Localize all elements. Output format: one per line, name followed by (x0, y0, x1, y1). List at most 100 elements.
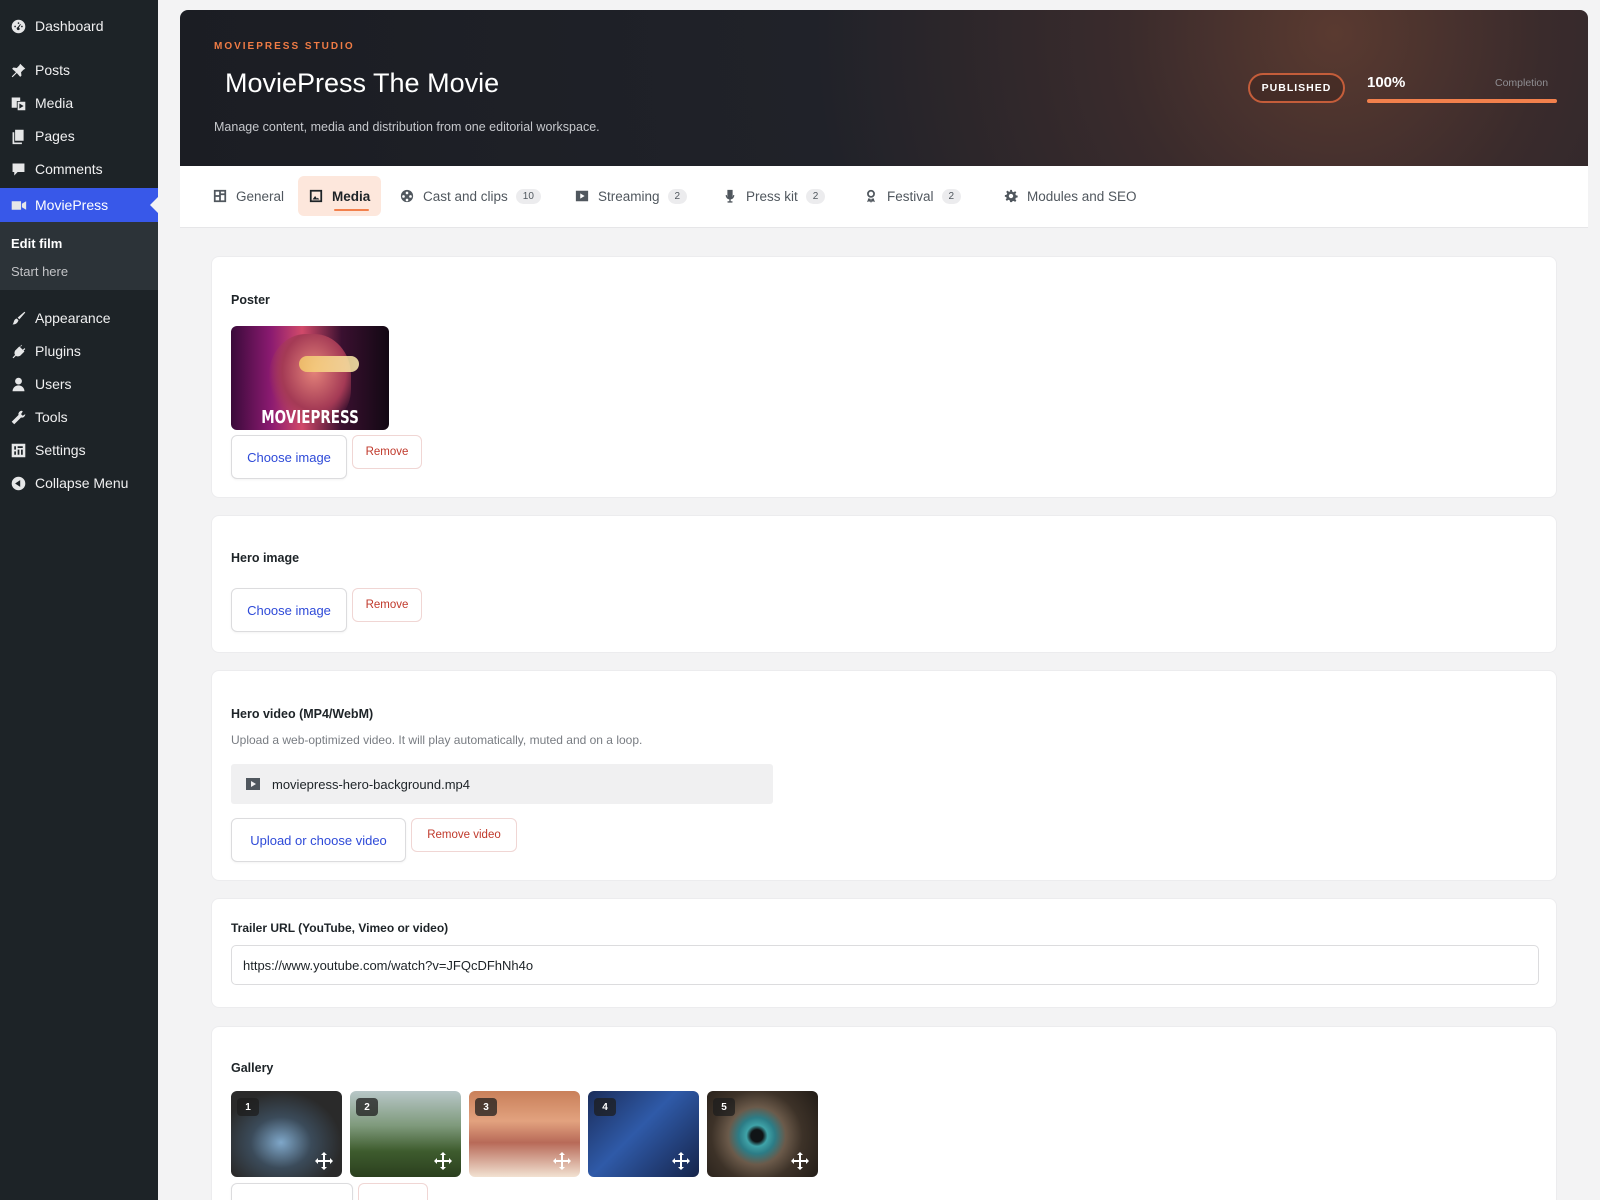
gear-icon (1004, 189, 1018, 203)
sidebar-item-appearance[interactable]: Appearance (0, 301, 158, 335)
award-icon (867, 189, 875, 203)
submenu-item-edit-film[interactable]: Edit film (11, 236, 62, 251)
drag-handle-icon[interactable] (790, 1151, 810, 1171)
sidebar-item-plugins[interactable]: Plugins (0, 334, 158, 368)
gallery-item[interactable]: 1 (231, 1091, 342, 1177)
remove-video-button[interactable]: Remove video (411, 818, 517, 852)
trailer-url-input[interactable] (231, 945, 1539, 985)
pin-icon (8, 60, 28, 80)
page-title: MoviePress The Movie (225, 68, 500, 98)
drag-handle-icon[interactable] (314, 1151, 334, 1171)
tab-festival[interactable]: Festival 2 (853, 176, 972, 216)
sidebar-item-label: Comments (35, 161, 103, 177)
sidebar-item-label: Appearance (35, 310, 111, 326)
sidebar-item-settings[interactable]: Settings (0, 433, 158, 467)
gallery-item-number: 5 (713, 1098, 735, 1116)
tab-count-badge: 2 (805, 188, 826, 204)
sidebar-item-label: Dashboard (35, 18, 104, 34)
film-header: MOVIEPRESS STUDIO MoviePress The Movie M… (180, 10, 1588, 166)
hero-image-card: Hero image Choose image Remove (211, 515, 1557, 653)
sidebar-item-tools[interactable]: Tools (0, 400, 158, 434)
tab-media[interactable]: Media (298, 176, 382, 216)
hero-video-label: Hero video (MP4/WebM) (231, 707, 374, 721)
video-camera-icon (8, 195, 28, 215)
video-file-icon (246, 778, 260, 790)
gallery-item[interactable]: 3 (469, 1091, 580, 1177)
trailer-url-label: Trailer URL (YouTube, Vimeo or video) (231, 921, 449, 935)
poster-sunglasses (299, 356, 359, 372)
completion-progress-fill (1367, 99, 1557, 103)
brush-icon (8, 308, 28, 328)
sidebar-item-label: MoviePress (35, 197, 109, 213)
poster-remove-button[interactable]: Remove (352, 435, 422, 469)
sidebar-item-users[interactable]: Users (0, 367, 158, 401)
tab-streaming[interactable]: Streaming 2 (564, 176, 698, 216)
gallery-add-images-button[interactable] (231, 1183, 353, 1200)
gallery-item[interactable]: 5 (707, 1091, 818, 1177)
sidebar-item-collapse-menu[interactable]: Collapse Menu (0, 466, 158, 500)
drag-handle-icon[interactable] (552, 1151, 572, 1171)
hero-image-label: Hero image (231, 551, 300, 565)
tab-modules-and-seo[interactable]: Modules and SEO (993, 176, 1148, 216)
gallery-item-number: 4 (594, 1098, 616, 1116)
play-icon (575, 190, 589, 202)
drag-handle-icon[interactable] (671, 1151, 691, 1171)
studio-label: MOVIEPRESS STUDIO (214, 41, 355, 52)
trailer-card: Trailer URL (YouTube, Vimeo or video) (211, 898, 1557, 1008)
gallery-card: Gallery 1 2 3 4 5 (211, 1026, 1557, 1200)
sidebar-item-posts[interactable]: Posts (0, 53, 158, 87)
poster-label: Poster (231, 293, 270, 307)
completion-progress-bar (1367, 99, 1557, 103)
page-subtitle: Manage content, media and distribution f… (214, 120, 600, 134)
hero-video-card: Hero video (MP4/WebM) Upload a web-optim… (211, 670, 1557, 881)
tab-count-badge: 2 (667, 188, 688, 204)
gallery-remove-button[interactable] (358, 1183, 428, 1200)
poster-image[interactable]: MOVIEPRESS (231, 326, 389, 430)
film-reel-icon (400, 189, 414, 203)
dashboard-icon (8, 16, 28, 36)
gallery-item-number: 2 (356, 1098, 378, 1116)
sidebar-item-moviepress[interactable]: MoviePress (0, 188, 158, 222)
tab-label: Media (332, 188, 371, 204)
tab-general[interactable]: General (202, 176, 295, 216)
gallery-item-number: 1 (237, 1098, 259, 1116)
sidebar-item-media[interactable]: Media (0, 86, 158, 120)
tab-press-kit[interactable]: Press kit 2 (712, 176, 836, 216)
sidebar-item-comments[interactable]: Comments (0, 152, 158, 186)
hero-image-remove-button[interactable]: Remove (352, 588, 422, 622)
moviepress-submenu: Edit film Start here (0, 222, 158, 290)
sidebar-item-dashboard[interactable]: Dashboard (0, 9, 158, 43)
sidebar-item-label: Plugins (35, 343, 81, 359)
submenu-item-start-here[interactable]: Start here (11, 264, 68, 279)
plugin-icon (8, 341, 28, 361)
sidebar-item-label: Media (35, 95, 74, 111)
hero-image-choose-image-button[interactable]: Choose image (231, 588, 347, 632)
tab-label: General (236, 188, 285, 204)
user-icon (8, 374, 28, 394)
drag-handle-icon[interactable] (433, 1151, 453, 1171)
completion-label: Completion (1495, 77, 1549, 89)
poster-choose-image-button[interactable]: Choose image (231, 435, 347, 479)
settings-icon (8, 440, 28, 460)
tab-label: Streaming (598, 188, 660, 204)
media-icon (8, 93, 28, 113)
tab-cast-and-clips[interactable]: Cast and clips 10 (389, 176, 552, 216)
tab-count-badge: 10 (515, 188, 541, 204)
sidebar-item-pages[interactable]: Pages (0, 119, 158, 153)
layout-icon (213, 189, 227, 203)
tab-count-badge: 2 (941, 188, 962, 204)
sidebar-item-label: Pages (35, 128, 75, 144)
tab-label: Festival (887, 188, 934, 204)
tab-label: Modules and SEO (1027, 188, 1137, 204)
hero-video-file-name: moviepress-hero-background.mp4 (272, 776, 470, 792)
sidebar-item-label: Users (35, 376, 72, 392)
gallery-item[interactable]: 4 (588, 1091, 699, 1177)
poster-card: Poster MOVIEPRESS Choose image Remove (211, 256, 1557, 498)
status-badge: PUBLISHED (1248, 73, 1345, 103)
tab-label: Press kit (746, 188, 798, 204)
upload-video-button[interactable]: Upload or choose video (231, 818, 406, 862)
gallery-item[interactable]: 2 (350, 1091, 461, 1177)
gallery-item-number: 3 (475, 1098, 497, 1116)
image-icon (309, 189, 323, 203)
sidebar-item-label: Posts (35, 62, 71, 78)
